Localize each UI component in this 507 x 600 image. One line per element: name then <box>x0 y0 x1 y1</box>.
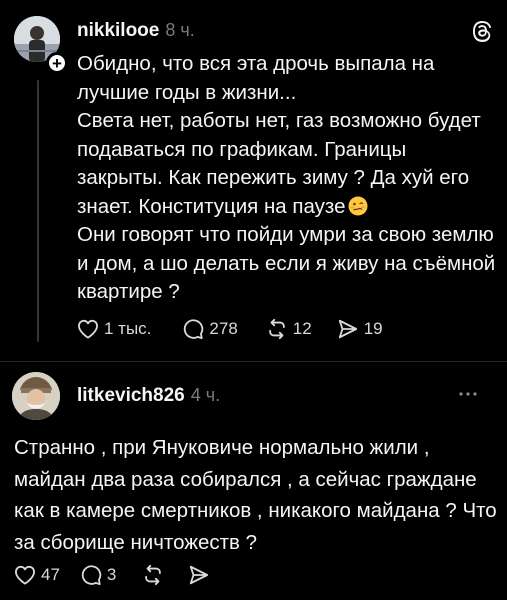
reply-button[interactable]: 278 <box>182 318 238 340</box>
repost-button[interactable] <box>142 564 164 586</box>
post-text-line: Они говорят что пойди умри за свою землю… <box>77 223 496 303</box>
post-nikkilooe: + nikkilooe 8 ч. Обидно, что вся эта дроч… <box>0 0 507 362</box>
heart-icon <box>15 565 35 585</box>
post-text-line: Обидно, что вся эта дрочь выпала на лучш… <box>77 52 435 104</box>
share-button[interactable]: 19 <box>337 318 383 340</box>
share-button[interactable] <box>188 564 210 586</box>
heart-icon <box>78 319 98 339</box>
timestamp: 4 ч. <box>190 385 221 405</box>
more-dots-icon[interactable] <box>457 384 479 404</box>
post-body: Обидно, что вся эта дрочь выпала на лучш… <box>77 50 497 307</box>
repost-icon <box>145 564 162 586</box>
follow-button[interactable]: + <box>46 52 68 74</box>
username[interactable]: nikkilooe <box>77 20 159 41</box>
like-count: 1 тыс. <box>104 319 152 338</box>
post-actions: 47 3 <box>14 564 210 586</box>
reply-button[interactable]: 3 <box>80 564 116 586</box>
reply-count: 3 <box>106 565 117 584</box>
repost-count: 12 <box>292 319 312 338</box>
post-header: nikkilooe 8 ч. <box>77 20 195 42</box>
comment-icon <box>184 319 204 340</box>
like-button[interactable]: 47 <box>14 565 60 585</box>
threads-logo-icon[interactable] <box>470 19 494 43</box>
comment-icon <box>81 565 102 586</box>
username[interactable]: litkevich826 <box>77 385 185 406</box>
post-actions: 1 тыс. 278 12 19 <box>77 318 383 340</box>
send-icon <box>338 319 357 339</box>
post-text: Странно , при Януковиче нормально жили ,… <box>14 436 497 554</box>
reply-count: 278 <box>209 319 238 338</box>
post-header: litkevich826 4 ч. <box>77 385 220 407</box>
repost-icon <box>268 318 285 340</box>
like-button[interactable]: 1 тыс. <box>77 319 151 339</box>
send-icon <box>190 565 209 585</box>
repost-button[interactable]: 12 <box>266 318 312 340</box>
like-count: 47 <box>41 565 60 584</box>
woozy-face-icon <box>348 196 368 215</box>
timestamp: 8 ч. <box>165 20 195 40</box>
post-text-line: Света нет, работы нет, газ возможно буде… <box>77 109 481 218</box>
post-divider <box>0 361 507 362</box>
thread-line <box>37 80 39 342</box>
post-body: Странно , при Януковиче нормально жили ,… <box>14 432 504 558</box>
share-count: 19 <box>363 319 383 338</box>
avatar-litkevich826[interactable] <box>12 372 60 420</box>
